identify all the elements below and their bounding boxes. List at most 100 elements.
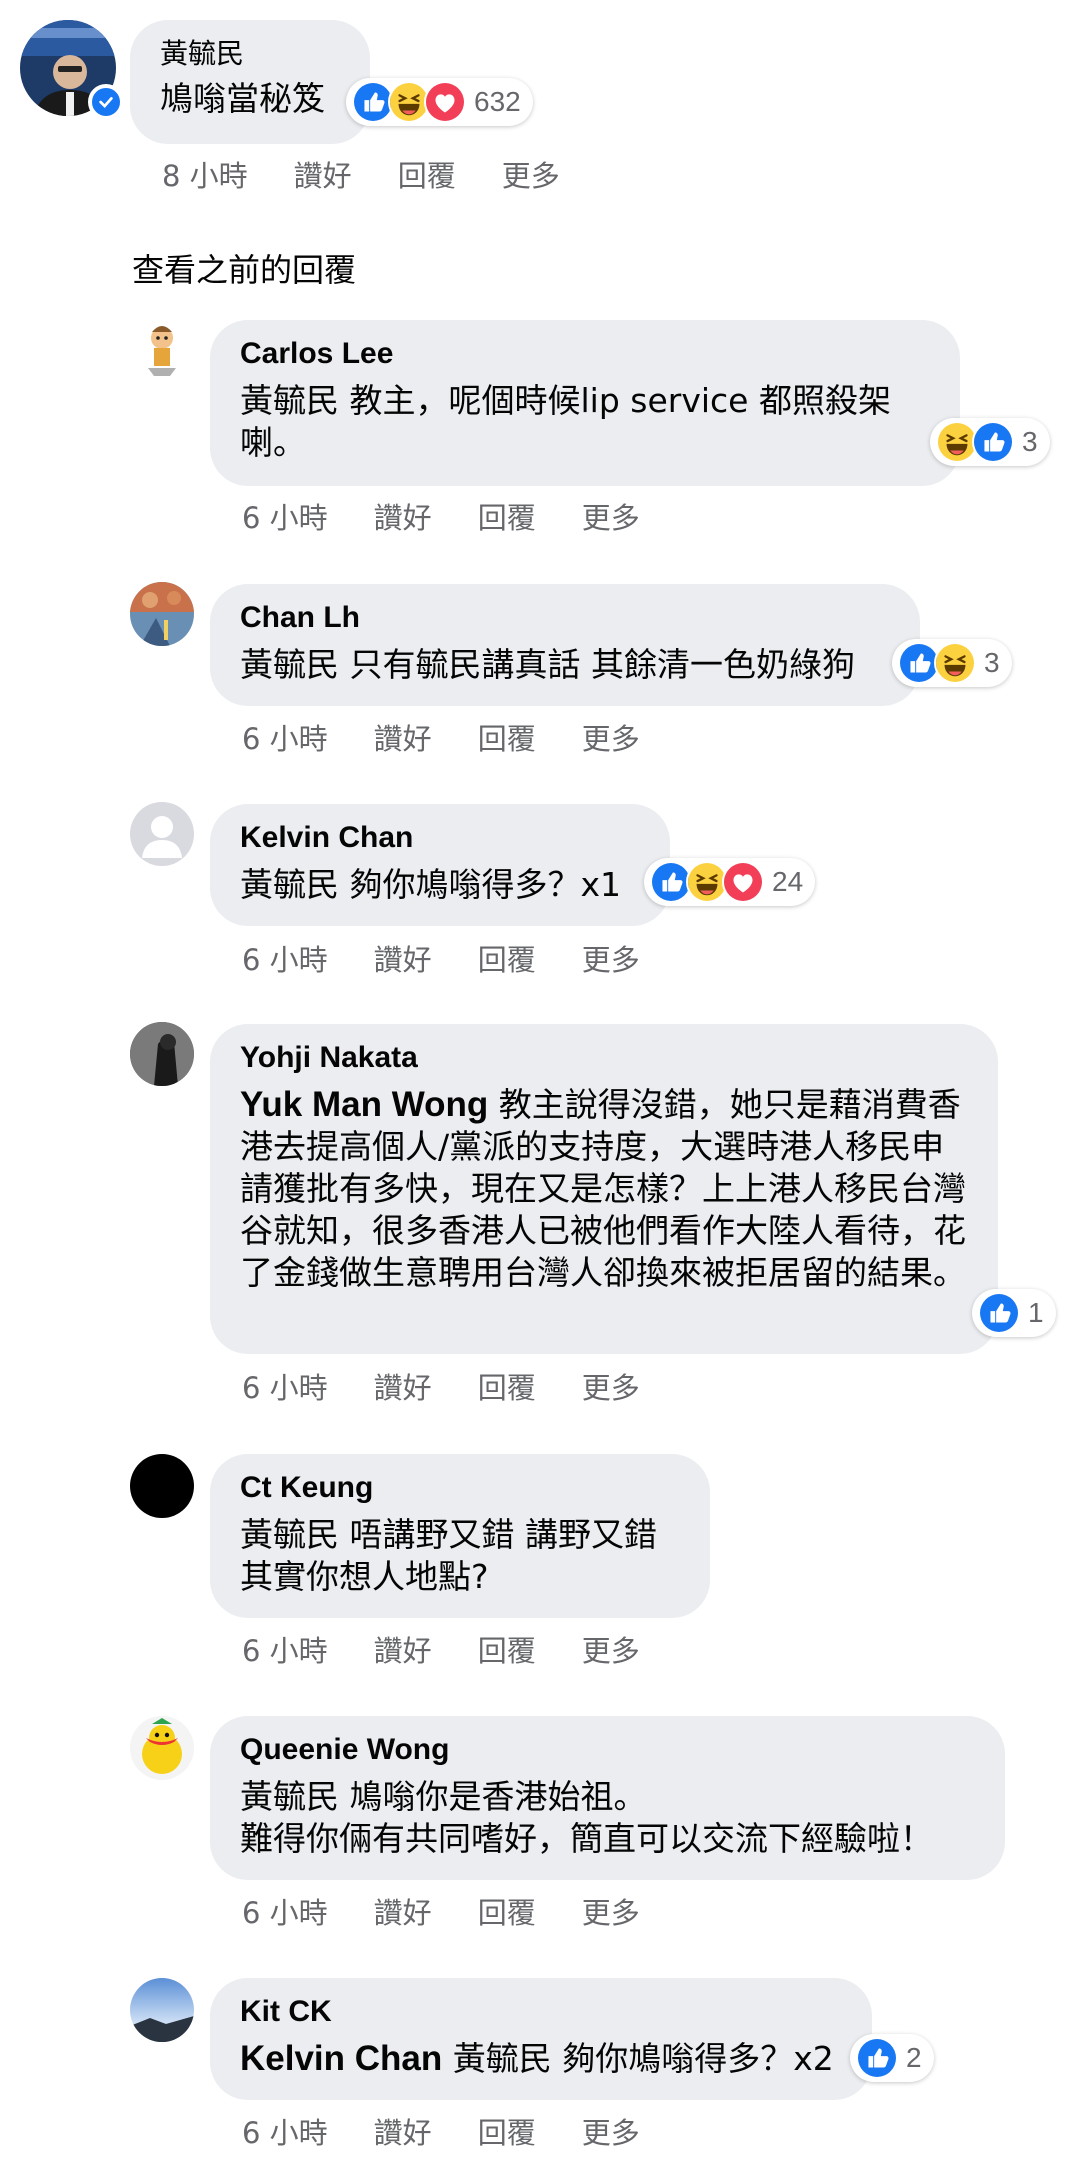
black-avatar-icon <box>130 1454 194 1518</box>
mention-link[interactable]: Yuk Man Wong <box>240 1085 488 1124</box>
like-button[interactable]: 讚好 <box>374 1628 432 1670</box>
avatar[interactable] <box>130 582 194 646</box>
comment-text: 黃毓民 夠你鳩嗡得多？x2 <box>452 2039 834 2078</box>
reply-button[interactable]: 回覆 <box>478 495 536 537</box>
more-button[interactable]: 更多 <box>582 937 640 979</box>
photo-avatar-icon <box>130 1022 194 1086</box>
timestamp[interactable]: 6 小時 <box>242 937 328 979</box>
comment-text: 黃毓民 唔講野又錯 講野又錯 其實你想人地點? <box>240 1515 657 1596</box>
reaction-summary[interactable]: 3 <box>892 639 1012 687</box>
comment-text: 鳩嗡當秘笈 <box>160 79 325 118</box>
comment-text: 黃毓民 教主，呢個時候lip service 都照殺架喇。 <box>240 381 891 462</box>
comment-author[interactable]: Carlos Lee <box>240 334 930 374</box>
timestamp[interactable]: 6 小時 <box>242 716 328 758</box>
haha-icon <box>934 642 976 684</box>
love-icon <box>722 861 764 903</box>
reply-button[interactable]: 回覆 <box>478 1890 536 1932</box>
avatar[interactable] <box>130 318 194 382</box>
comment-actions: 6 小時 讚好 回覆 更多 <box>242 716 686 758</box>
comment-actions: 8 小時 讚好 回覆 更多 <box>162 153 606 195</box>
comment-author[interactable]: 黃毓民 <box>160 34 340 74</box>
like-button[interactable]: 讚好 <box>374 495 432 537</box>
default-user-icon <box>130 802 194 866</box>
mention-link[interactable]: Kelvin Chan <box>240 2039 442 2078</box>
comment-actions: 6 小時 讚好 回覆 更多 <box>242 1890 686 1932</box>
love-icon <box>424 81 466 123</box>
photo-avatar-icon <box>130 582 194 646</box>
avatar[interactable] <box>130 802 194 866</box>
avatar[interactable] <box>130 1454 194 1518</box>
more-button[interactable]: 更多 <box>582 1628 640 1670</box>
timestamp[interactable]: 6 小時 <box>242 2110 328 2152</box>
comment-bubble[interactable]: Kelvin Chan 黃毓民 夠你鳩嗡得多？x1 <box>210 804 670 926</box>
reaction-count: 3 <box>1022 426 1038 457</box>
reaction-count: 632 <box>474 86 521 117</box>
comment-bubble[interactable]: Carlos Lee 黃毓民 教主，呢個時候lip service 都照殺架喇。 <box>210 320 960 486</box>
comment-bubble[interactable]: Queenie Wong 黃毓民 鳩嗡你是香港始祖。 難得你倆有共同嗜好，簡直可… <box>210 1716 1005 1880</box>
reply-button[interactable]: 回覆 <box>478 2110 536 2152</box>
like-icon <box>972 421 1014 463</box>
timestamp[interactable]: 6 小時 <box>242 1628 328 1670</box>
comment-actions: 6 小時 讚好 回覆 更多 <box>242 2110 686 2152</box>
comment-text: 黃毓民 只有毓民講真話 其餘清一色奶綠狗 <box>240 645 855 684</box>
comment-author[interactable]: Chan Lh <box>240 598 890 638</box>
timestamp[interactable]: 6 小時 <box>242 495 328 537</box>
reaction-summary[interactable]: 1 <box>972 1289 1056 1337</box>
comment-author[interactable]: Kit CK <box>240 1992 842 2032</box>
comment-bubble[interactable]: Ct Keung 黃毓民 唔講野又錯 講野又錯 其實你想人地點? <box>210 1454 710 1618</box>
reaction-summary[interactable]: 24 <box>644 858 816 906</box>
reply-button[interactable]: 回覆 <box>478 937 536 979</box>
timestamp[interactable]: 6 小時 <box>242 1365 328 1407</box>
avatar[interactable] <box>130 1022 194 1086</box>
comment-actions: 6 小時 讚好 回覆 更多 <box>242 937 686 979</box>
comment-bubble[interactable]: 黃毓民 鳩嗡當秘笈 <box>130 20 370 144</box>
like-button[interactable]: 讚好 <box>374 2110 432 2152</box>
comment-bubble[interactable]: Chan Lh 黃毓民 只有毓民講真話 其餘清一色奶綠狗 <box>210 584 920 706</box>
like-button[interactable]: 讚好 <box>294 153 352 195</box>
like-button[interactable]: 讚好 <box>374 716 432 758</box>
reaction-summary[interactable]: 2 <box>850 2034 934 2082</box>
more-button[interactable]: 更多 <box>582 1365 640 1407</box>
duck-avatar-icon <box>130 1716 194 1780</box>
comment-text: 黃毓民 鳩嗡你是香港始祖。 難得你倆有共同嗜好，簡直可以交流下經驗啦！ <box>240 1777 933 1858</box>
more-button[interactable]: 更多 <box>582 495 640 537</box>
comment-text-container: Yuk Man Wong 教主說得沒錯，她只是藉消費香港去提高個人/黨派的支持度… <box>240 1084 968 1294</box>
reply-button[interactable]: 回覆 <box>478 716 536 758</box>
reply-button[interactable]: 回覆 <box>398 153 456 195</box>
comment-author[interactable]: Queenie Wong <box>240 1730 975 1770</box>
reaction-summary[interactable]: 3 <box>930 418 1050 466</box>
comment-bubble[interactable]: Kit CK Kelvin Chan 黃毓民 夠你鳩嗡得多？x2 <box>210 1978 872 2100</box>
avatar[interactable] <box>130 1716 194 1780</box>
like-icon <box>856 2037 898 2079</box>
reaction-count: 3 <box>984 647 1000 678</box>
reply-button[interactable]: 回覆 <box>478 1365 536 1407</box>
comment-author[interactable]: Kelvin Chan <box>240 818 640 858</box>
timestamp[interactable]: 8 小時 <box>162 153 248 195</box>
reaction-summary[interactable]: 632 <box>346 78 533 126</box>
avatar[interactable] <box>130 1978 194 2042</box>
comment-text-container: Kelvin Chan 黃毓民 夠你鳩嗡得多？x2 <box>240 2038 842 2080</box>
timestamp[interactable]: 6 小時 <box>242 1890 328 1932</box>
comment-author[interactable]: Ct Keung <box>240 1468 680 1508</box>
sky-avatar-icon <box>130 1978 194 2042</box>
like-button[interactable]: 讚好 <box>374 1365 432 1407</box>
more-button[interactable]: 更多 <box>582 2110 640 2152</box>
comment-actions: 6 小時 讚好 回覆 更多 <box>242 1628 686 1670</box>
more-button[interactable]: 更多 <box>502 153 560 195</box>
like-button[interactable]: 讚好 <box>374 1890 432 1932</box>
verified-badge-icon <box>88 84 124 120</box>
comment-actions: 6 小時 讚好 回覆 更多 <box>242 495 686 537</box>
view-previous-replies-link[interactable]: 查看之前的回覆 <box>132 245 356 291</box>
comment-bubble[interactable]: Yohji Nakata Yuk Man Wong 教主說得沒錯，她只是藉消費香… <box>210 1024 998 1354</box>
more-button[interactable]: 更多 <box>582 1890 640 1932</box>
like-button[interactable]: 讚好 <box>374 937 432 979</box>
like-icon <box>978 1292 1020 1334</box>
comment-author[interactable]: Yohji Nakata <box>240 1038 968 1078</box>
comment-actions: 6 小時 讚好 回覆 更多 <box>242 1365 686 1407</box>
reaction-count: 24 <box>772 866 804 897</box>
reaction-count: 1 <box>1028 1297 1044 1328</box>
cartoon-avatar-icon <box>130 318 194 382</box>
reaction-count: 2 <box>906 2042 922 2073</box>
more-button[interactable]: 更多 <box>582 716 640 758</box>
reply-button[interactable]: 回覆 <box>478 1628 536 1670</box>
